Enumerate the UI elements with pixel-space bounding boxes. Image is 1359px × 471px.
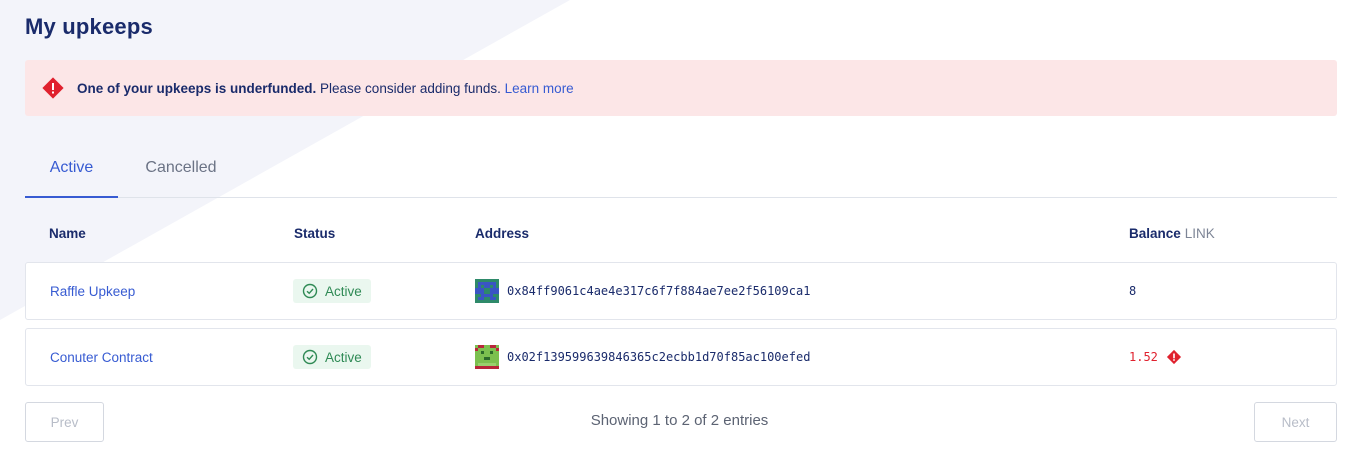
page-title: My upkeeps: [25, 14, 153, 39]
upkeep-name-link[interactable]: Conuter Contract: [50, 350, 153, 365]
tab-bar: Active Cancelled: [25, 142, 1337, 198]
status-label: Active: [325, 283, 362, 299]
alert-message: One of your upkeeps is underfunded. Plea…: [77, 81, 574, 96]
column-header-address[interactable]: Address: [475, 226, 529, 241]
next-button[interactable]: Next: [1254, 402, 1337, 442]
balance-unit-label: LINK: [1184, 226, 1215, 241]
table-row[interactable]: Conuter Contract Active 0x02f13959963984…: [25, 328, 1337, 386]
learn-more-link[interactable]: Learn more: [505, 81, 574, 96]
check-circle-icon: [302, 349, 318, 365]
column-header-name[interactable]: Name: [49, 226, 86, 241]
column-header-balance[interactable]: Balance LINK: [1129, 226, 1215, 241]
balance-value: 1.52: [1129, 350, 1158, 364]
status-badge: Active: [293, 279, 371, 303]
status-label: Active: [325, 349, 362, 365]
underfunded-alert: One of your upkeeps is underfunded. Plea…: [25, 60, 1337, 116]
contract-address[interactable]: 0x84ff9061c4ae4e317c6f7f884ae7ee2f56109c…: [507, 284, 810, 298]
column-header-status[interactable]: Status: [294, 226, 335, 241]
underfunded-warning-icon: [1166, 349, 1181, 365]
tab-active[interactable]: Active: [25, 142, 118, 198]
balance-value: 8: [1129, 284, 1137, 298]
upkeep-name-link[interactable]: Raffle Upkeep: [50, 284, 135, 299]
contract-address[interactable]: 0x02f139599639846365c2ecbb1d70f85ac100ef…: [507, 350, 810, 364]
check-circle-icon: [302, 283, 318, 299]
address-avatar-icon: [475, 345, 499, 369]
alert-strong-text: One of your upkeeps is underfunded.: [77, 80, 317, 96]
tab-cancelled[interactable]: Cancelled: [141, 142, 221, 198]
balance-header-label: Balance: [1129, 226, 1181, 241]
pagination-summary: Showing 1 to 2 of 2 entries: [590, 412, 769, 429]
warning-diamond-icon: [41, 76, 65, 100]
table-row[interactable]: Raffle Upkeep Active 0x84ff9061c4ae4e317…: [25, 262, 1337, 320]
alert-body-text: Please consider adding funds.: [316, 80, 505, 96]
address-avatar-icon: [475, 279, 499, 303]
status-badge: Active: [293, 345, 371, 369]
